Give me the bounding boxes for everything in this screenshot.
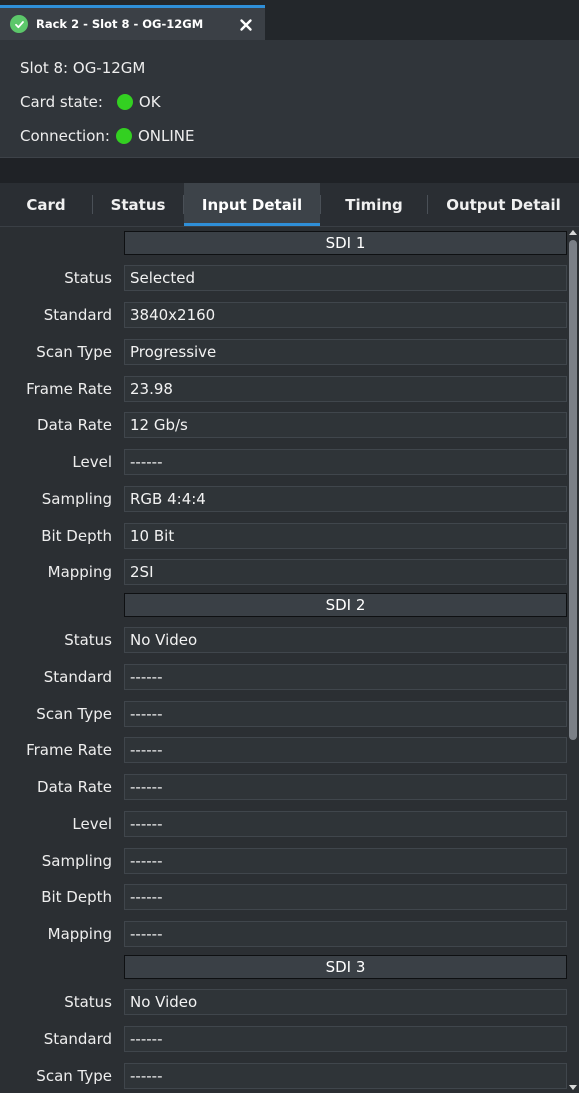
row-label: Level bbox=[72, 815, 112, 833]
connection-row: Connection: ONLINE bbox=[20, 121, 194, 151]
card-state-label: Card state: bbox=[20, 93, 103, 111]
connection-value: ONLINE bbox=[137, 127, 195, 145]
row-value: 2SI bbox=[124, 559, 567, 585]
row-value: Progressive bbox=[124, 339, 567, 365]
row-value: No Video bbox=[124, 989, 567, 1015]
tab-card[interactable]: Card bbox=[0, 183, 92, 226]
row-label: Frame Rate bbox=[26, 741, 112, 759]
detail-row: Sampling ------ bbox=[0, 848, 567, 874]
row-label: Standard bbox=[43, 668, 112, 686]
connection-label: Connection: bbox=[20, 127, 110, 145]
scroll-down-arrow-icon[interactable] bbox=[569, 1085, 577, 1090]
detail-row: Mapping 2SI bbox=[0, 559, 567, 585]
row-label: Status bbox=[64, 269, 112, 287]
tab-status[interactable]: Status bbox=[93, 183, 183, 226]
detail-row: Scan Type Progressive bbox=[0, 339, 567, 365]
row-label: Level bbox=[72, 453, 112, 471]
row-value: ------ bbox=[124, 884, 567, 910]
row-value: RGB 4:4:4 bbox=[124, 486, 567, 512]
scroll-thumb[interactable] bbox=[569, 240, 577, 740]
detail-row: Frame Rate 23.98 bbox=[0, 376, 567, 402]
row-label: Mapping bbox=[47, 925, 112, 943]
status-led-icon bbox=[116, 94, 133, 110]
tab-output-detail[interactable]: Output Detail bbox=[428, 183, 579, 226]
scroll-up-arrow-icon[interactable] bbox=[569, 230, 577, 235]
row-value: ------ bbox=[124, 811, 567, 837]
row-label: Data Rate bbox=[37, 778, 112, 796]
row-value: ------ bbox=[124, 737, 567, 763]
row-value: ------ bbox=[124, 921, 567, 947]
row-label: Sampling bbox=[41, 490, 112, 508]
row-value: ------ bbox=[124, 848, 567, 874]
detail-row: Scan Type ------ bbox=[0, 701, 567, 727]
detail-row: Bit Depth ------ bbox=[0, 884, 567, 910]
row-value: No Video bbox=[124, 627, 567, 653]
row-value: ------ bbox=[124, 1026, 567, 1052]
row-label: Mapping bbox=[47, 563, 112, 581]
row-label: Status bbox=[64, 631, 112, 649]
section-tabs: Card Status Input Detail Timing Output D… bbox=[0, 183, 579, 227]
window-tabbar: Rack 2 - Slot 8 - OG-12GM bbox=[0, 0, 579, 40]
vertical-scrollbar[interactable] bbox=[567, 227, 579, 1093]
check-icon bbox=[10, 15, 28, 33]
row-value: 10 Bit bbox=[124, 523, 567, 549]
card-state-row: Card state: OK bbox=[20, 87, 161, 117]
tab-input-detail[interactable]: Input Detail bbox=[184, 183, 320, 226]
detail-row: Frame Rate ------ bbox=[0, 737, 567, 763]
detail-row: Standard 3840x2160 bbox=[0, 302, 567, 328]
detail-row: Level ------ bbox=[0, 449, 567, 475]
slot-label: Slot 8: OG-12GM bbox=[20, 59, 146, 77]
row-label: Standard bbox=[43, 1030, 112, 1048]
detail-row: Sampling RGB 4:4:4 bbox=[0, 486, 567, 512]
detail-row: Scan Type ------ bbox=[0, 1063, 567, 1089]
row-value: ------ bbox=[124, 449, 567, 475]
row-value: ------ bbox=[124, 1063, 567, 1089]
close-icon[interactable] bbox=[239, 17, 253, 31]
detail-row: Bit Depth 10 Bit bbox=[0, 523, 567, 549]
detail-row: Status No Video bbox=[0, 627, 567, 653]
row-label: Frame Rate bbox=[26, 380, 112, 398]
slot-row: Slot 8: OG-12GM bbox=[20, 53, 145, 83]
tab-timing[interactable]: Timing bbox=[321, 183, 427, 226]
row-value: Selected bbox=[124, 265, 567, 291]
row-label: Scan Type bbox=[36, 1067, 112, 1085]
section-header-sdi-3: SDI 3 bbox=[124, 955, 567, 979]
row-value: ------ bbox=[124, 774, 567, 800]
row-value: ------ bbox=[124, 664, 567, 690]
detail-row: Data Rate ------ bbox=[0, 774, 567, 800]
row-label: Status bbox=[64, 993, 112, 1011]
detail-row: Status No Video bbox=[0, 989, 567, 1015]
input-detail-panel: SDI 1 Status Selected Standard 3840x2160 S… bbox=[0, 227, 579, 1093]
detail-row: Data Rate 12 Gb/s bbox=[0, 412, 567, 438]
card-info-panel: Slot 8: OG-12GM Card state: OK Connectio… bbox=[0, 40, 579, 157]
row-label: Data Rate bbox=[37, 416, 112, 434]
row-label: Bit Depth bbox=[41, 527, 112, 545]
row-value: 23.98 bbox=[124, 376, 567, 402]
row-label: Scan Type bbox=[36, 705, 112, 723]
detail-row: Standard ------ bbox=[0, 664, 567, 690]
row-value: 3840x2160 bbox=[124, 302, 567, 328]
document-tab[interactable]: Rack 2 - Slot 8 - OG-12GM bbox=[0, 5, 265, 40]
section-header-sdi-2: SDI 2 bbox=[124, 593, 567, 617]
card-state-value: OK bbox=[138, 93, 161, 111]
row-value: ------ bbox=[124, 701, 567, 727]
section-header-sdi-1: SDI 1 bbox=[124, 231, 567, 255]
row-label: Bit Depth bbox=[41, 888, 112, 906]
detail-row: Standard ------ bbox=[0, 1026, 567, 1052]
detail-row: Mapping ------ bbox=[0, 921, 567, 947]
detail-row: Status Selected bbox=[0, 265, 567, 291]
row-value: 12 Gb/s bbox=[124, 412, 567, 438]
row-label: Scan Type bbox=[36, 343, 112, 361]
row-label: Sampling bbox=[41, 852, 112, 870]
connection-led-icon bbox=[115, 128, 132, 144]
document-tab-title: Rack 2 - Slot 8 - OG-12GM bbox=[36, 17, 204, 31]
row-label: Standard bbox=[43, 306, 112, 324]
detail-row: Level ------ bbox=[0, 811, 567, 837]
separator-bar bbox=[0, 157, 579, 183]
